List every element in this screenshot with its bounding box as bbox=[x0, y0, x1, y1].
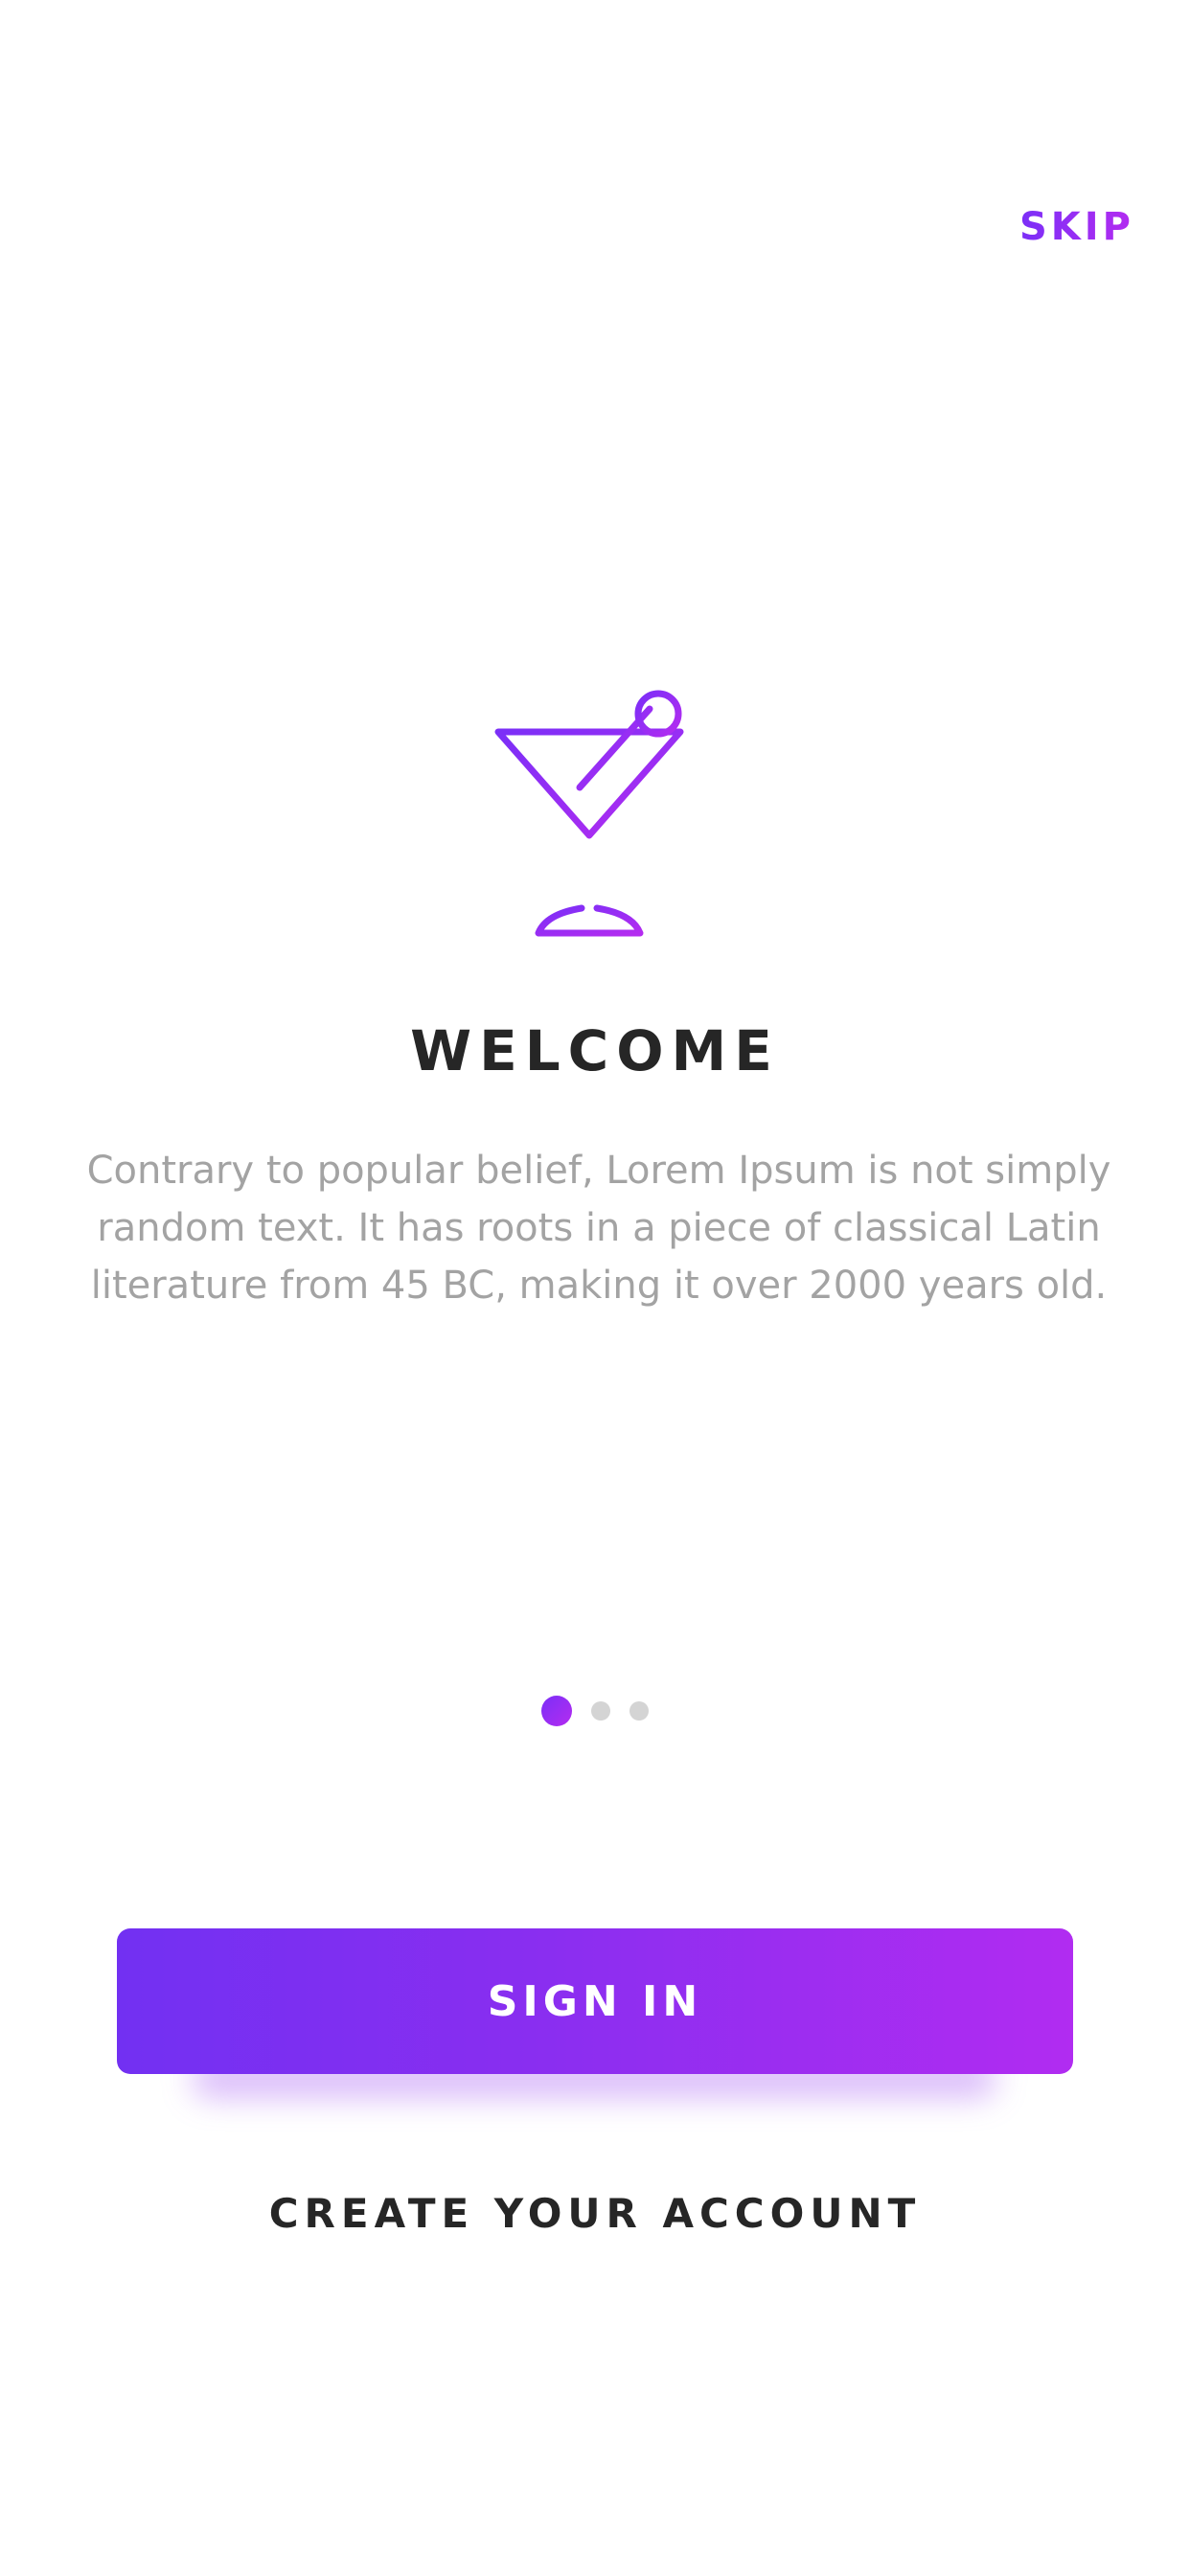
page-title: WELCOME bbox=[410, 1018, 780, 1083]
skip-button[interactable]: SKIP bbox=[1019, 205, 1134, 249]
welcome-description: Contrary to popular belief, Lorem Ipsum … bbox=[86, 1149, 1111, 1308]
page-dot[interactable] bbox=[629, 1701, 649, 1721]
sign-in-button[interactable]: SIGN IN bbox=[117, 1928, 1073, 2074]
page-dot-active[interactable] bbox=[541, 1696, 572, 1726]
cocktail-glass-icon bbox=[489, 682, 699, 945]
sign-in-label: SIGN IN bbox=[487, 1976, 703, 2026]
page-indicator bbox=[0, 1694, 1190, 1728]
page-dot[interactable] bbox=[591, 1701, 610, 1721]
create-account-link[interactable]: CREATE YOUR ACCOUNT bbox=[0, 2190, 1190, 2237]
